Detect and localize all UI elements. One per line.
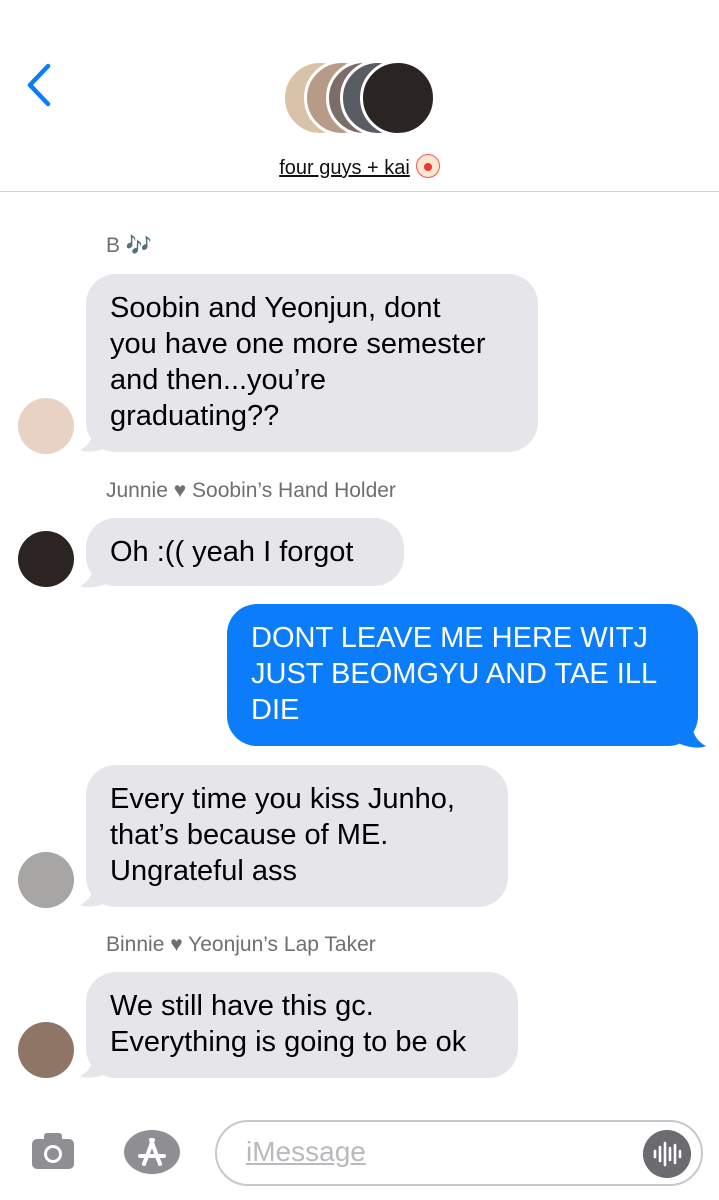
avatar: [360, 60, 436, 136]
message-bubble[interactable]: Every time you kiss Junho, that’s becaus…: [86, 765, 508, 907]
avatar: [18, 398, 74, 454]
message-bubble-outgoing[interactable]: DONT LEAVE ME HERE WITJ JUST BEOMGYU AND…: [227, 604, 698, 746]
camera-icon[interactable]: [30, 1131, 76, 1171]
message-bubble[interactable]: Soobin and Yeonjun, dont you have one mo…: [86, 274, 538, 452]
back-chevron-icon[interactable]: [22, 62, 54, 108]
audio-waveform-icon[interactable]: [643, 1130, 691, 1178]
sender-name: Binnie ♥ Yeonjun’s Lap Taker: [106, 933, 376, 956]
conversation-header: four guys + kai: [0, 0, 719, 192]
sender-name: Junnie ♥ Soobin’s Hand Holder: [106, 479, 396, 502]
app-store-icon[interactable]: [122, 1128, 182, 1176]
avatar: [18, 1022, 74, 1078]
message-bubble[interactable]: We still have this gc. Everything is goi…: [86, 972, 518, 1078]
sender-name: B 🎶: [106, 234, 152, 257]
avatar: [18, 531, 74, 587]
message-input-placeholder: iMessage: [246, 1136, 366, 1167]
avatar: [18, 852, 74, 908]
group-avatar-stack[interactable]: [282, 60, 442, 140]
group-name[interactable]: four guys + kai: [0, 154, 719, 180]
group-name-text: four guys + kai: [279, 157, 410, 179]
message-bubble[interactable]: Oh :(( yeah I forgot: [86, 518, 404, 586]
clown-face-icon: [415, 154, 440, 178]
